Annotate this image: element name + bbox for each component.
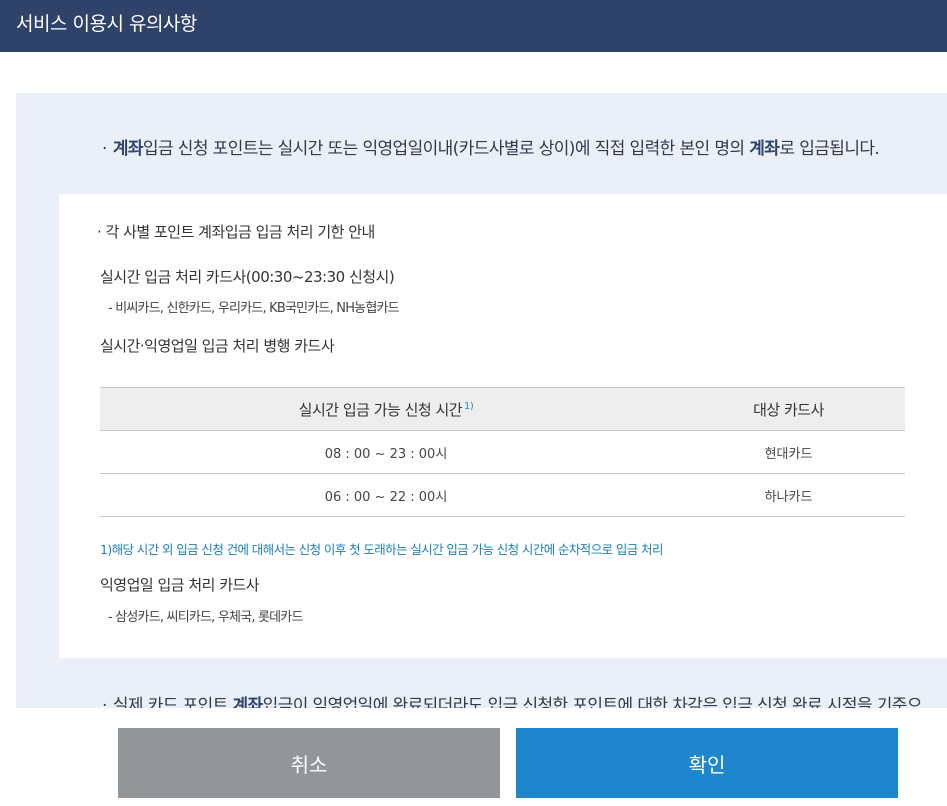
notice-panel: · 계좌입금 신청 포인트는 실시간 또는 익영업일이내(카드사별로 상이)에 직… [16,93,947,708]
cancel-button[interactable]: 취소 [118,728,500,798]
notice-first: · 계좌입금 신청 포인트는 실시간 또는 익영업일이내(카드사별로 상이)에 직… [102,134,880,159]
notice-second-suffix: 입금이 익영업일에 완료되더라도 입금 신청한 포인트에 대한 차감은 입금 신… [262,696,923,708]
confirm-button[interactable]: 확인 [516,728,898,798]
notice-first-prefix: 계좌 [112,139,144,159]
dialog-header: 서비스 이용시 유의사항 [0,0,947,52]
dialog-title: 서비스 이용시 유의사항 [16,13,197,35]
bullet-icon: · [97,223,106,241]
nextday-card-list: - 삼성카드, 씨티카드, 우체국, 롯데카드 [108,610,303,625]
table-header-time-label: 실시간 입금 가능 신청 시간 [298,400,463,419]
table-header-row: 실시간 입금 가능 신청 시간 1) 대상 카드사 [100,387,905,431]
table-row: 06 : 00 ~ 22 : 00시 하나카드 [100,473,905,517]
realtime-title: 실시간 입금 처리 카드사(00:30~23:30 신청시) [100,268,395,286]
table-row: 08 : 00 ~ 23 : 00시 현대카드 [100,430,905,474]
bullet-icon: · [102,696,107,708]
table-header-card: 대상 카드사 [672,387,905,431]
parallel-title: 실시간·익영업일 입금 처리 병행 카드사 [100,337,335,355]
guide-title-text: 각 사별 포인트 계좌입금 입금 처리 기한 안내 [105,223,376,241]
schedule-table: 실시간 입금 가능 신청 시간 1) 대상 카드사 08 : 00 ~ 23 : … [100,387,905,517]
table-header-time: 실시간 입금 가능 신청 시간 1) [100,387,672,431]
footnote-marker: 1) [464,400,474,412]
dialog-content[interactable]: · 계좌입금 신청 포인트는 실시간 또는 익영업일이내(카드사별로 상이)에 직… [0,52,947,708]
notice-first-bold: 계좌 [749,139,780,159]
guide-title: · 각 사별 포인트 계좌입금 입금 처리 기한 안내 [97,221,375,242]
footnote: 1)해당 시간 외 입금 신청 건에 대해서는 신청 이후 첫 도래하는 실시간… [100,542,663,557]
notice-first-middle: 입금 신청 포인트는 실시간 또는 익영업일이내(카드사별로 상이)에 직접 입… [142,139,750,159]
nextday-title: 익영업일 입금 처리 카드사 [100,576,260,594]
notice-second: · 실제 카드 포인트 계좌입금이 익영업일에 완료되더라도 입금 신청한 포인트… [102,691,922,708]
guide-box: · 각 사별 포인트 계좌입금 입금 처리 기한 안내 실시간 입금 처리 카드… [59,194,947,658]
notice-second-prefix: 실제 카드 포인트 [112,696,233,708]
bullet-icon: · [102,139,107,159]
notice-second-bold: 계좌 [232,696,264,708]
table-cell-card: 현대카드 [672,430,905,474]
table-cell-card: 하나카드 [672,473,905,517]
notice-first-suffix: 로 입금됩니다. [779,139,880,159]
table-cell-time: 08 : 00 ~ 23 : 00시 [100,430,672,474]
table-cell-time: 06 : 00 ~ 22 : 00시 [100,473,672,517]
realtime-card-list: - 비씨카드, 신한카드, 우리카드, KB국민카드, NH농협카드 [108,301,400,316]
